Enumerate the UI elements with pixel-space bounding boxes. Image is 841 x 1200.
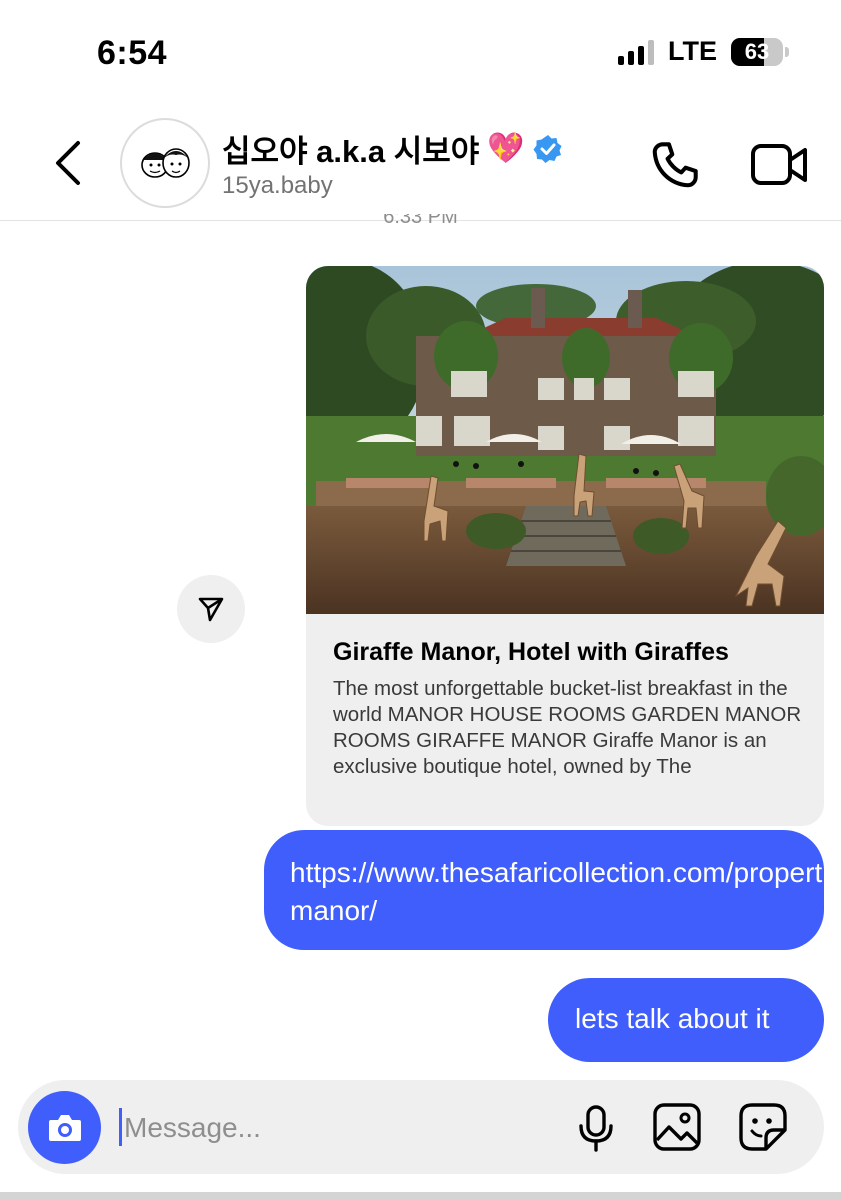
battery-percent: 63 xyxy=(744,38,770,64)
share-button[interactable] xyxy=(177,575,245,643)
dm-thread-screen: 6:54 LTE 63 십오야 a.k.a 시보야 💖 15ya.baby 6:… xyxy=(0,0,841,1200)
link-preview-image xyxy=(306,266,824,614)
status-indicators: LTE 63 xyxy=(618,36,789,67)
message-text: lets talk about it xyxy=(575,1003,770,1034)
message-text: https://www.thesafaricollection.com/prop… xyxy=(290,857,841,926)
audio-call-button[interactable] xyxy=(648,138,702,192)
contact-name-row[interactable]: 십오야 a.k.a 시보야 💖 xyxy=(222,126,563,171)
thread-header: 십오야 a.k.a 시보야 💖 15ya.baby xyxy=(0,110,841,221)
phone-icon xyxy=(652,142,698,188)
back-chevron-icon xyxy=(56,141,80,185)
contact-name: 십오야 a.k.a 시보야 xyxy=(222,134,480,169)
sticker-icon xyxy=(739,1103,787,1151)
camera-icon xyxy=(48,1114,81,1141)
avatar-illustration xyxy=(141,148,190,178)
video-call-button[interactable] xyxy=(750,140,810,190)
back-button[interactable] xyxy=(48,138,88,188)
message-bubble-link[interactable]: https://www.thesafaricollection.com/prop… xyxy=(264,830,841,950)
link-preview-card[interactable]: Giraffe Manor, Hotel with Giraffes The m… xyxy=(306,266,824,826)
message-bubble[interactable]: lets talk about it xyxy=(548,978,824,1062)
avatar[interactable] xyxy=(120,118,210,208)
gallery-icon xyxy=(653,1103,701,1151)
sticker-button[interactable] xyxy=(738,1102,788,1152)
message-composer xyxy=(18,1080,824,1174)
contact-username: 15ya.baby xyxy=(222,172,333,199)
home-indicator-bar xyxy=(0,1192,841,1200)
signal-icon xyxy=(618,39,654,65)
battery-icon: 63 xyxy=(731,37,783,66)
camera-button[interactable] xyxy=(28,1091,101,1164)
video-camera-icon xyxy=(751,144,807,185)
network-type: LTE xyxy=(668,36,717,66)
microphone-icon xyxy=(579,1105,613,1152)
verified-badge-icon xyxy=(533,134,562,163)
link-preview-description: The most unforgettable bucket-list break… xyxy=(333,677,802,778)
send-icon xyxy=(198,597,224,622)
gallery-button[interactable] xyxy=(652,1102,702,1152)
status-time: 6:54 xyxy=(97,34,168,72)
heart-emoji: 💖 xyxy=(487,132,525,165)
voice-message-button[interactable] xyxy=(574,1104,618,1152)
message-input[interactable] xyxy=(122,1102,556,1154)
battery-cap xyxy=(785,46,789,57)
link-preview-title: Giraffe Manor, Hotel with Giraffes xyxy=(333,638,729,666)
